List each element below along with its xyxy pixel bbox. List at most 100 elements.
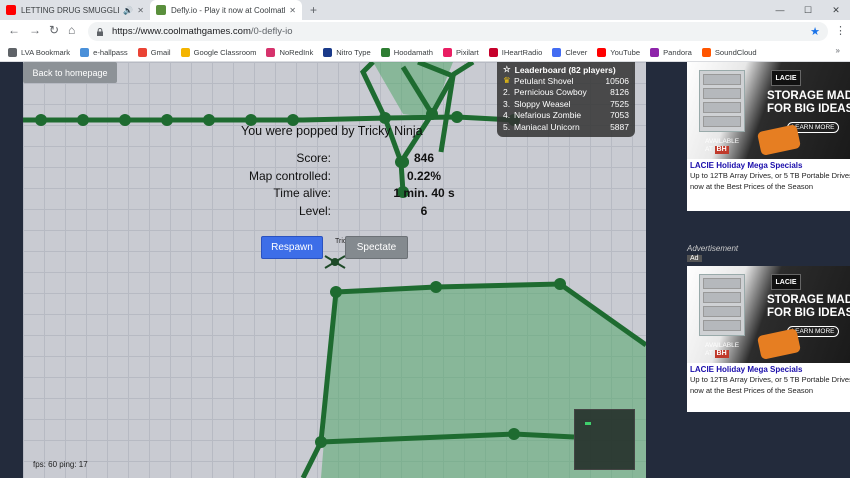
map-controlled-value: 0.22%: [406, 169, 442, 183]
bookmark-item[interactable]: Google Classroom: [180, 47, 256, 57]
bookmark-favicon-icon: [552, 47, 562, 57]
ad-body-text: Up to 12TB Array Drives, or 5 TB Portabl…: [690, 375, 850, 384]
leaderboard-score: 10506: [605, 75, 629, 86]
bookmark-label: NoRedInk: [279, 47, 314, 57]
audio-icon[interactable]: 🔊: [123, 6, 133, 15]
popped-message: You were popped by Tricky Ninja: [241, 124, 423, 138]
bookmark-favicon-icon: [80, 47, 90, 57]
close-window-icon[interactable]: ✕: [822, 0, 850, 20]
availability-text: AVAILABLE AT BH: [705, 138, 740, 154]
drive-array-image: [699, 70, 745, 132]
url-text: https://www.coolmathgames.com/0-defly-io: [112, 26, 293, 37]
leaderboard-row: 5. Maniacal Unicorn 5887: [503, 121, 629, 133]
tab-title: Defly.io - Play it now at Coolmath: [171, 5, 286, 15]
ad-image[interactable]: LACIE STORAGE MADEFOR BIG IDEAS LEARN MO…: [687, 266, 850, 363]
home-icon[interactable]: ⌂: [68, 23, 75, 37]
url-domain: https://www.coolmathgames.com: [112, 26, 251, 37]
bookmark-favicon-icon: [488, 47, 498, 57]
trophy-icon: ☆: [503, 64, 511, 74]
bookmark-item[interactable]: Pandora: [650, 47, 692, 57]
defly-favicon-icon: [156, 5, 166, 15]
window-controls: — ☐ ✕: [766, 0, 850, 20]
respawn-button[interactable]: Respawn: [261, 236, 323, 259]
spectate-button[interactable]: Spectate: [345, 236, 408, 259]
maximize-icon[interactable]: ☐: [794, 0, 822, 20]
bookmark-item[interactable]: Gmail: [137, 47, 171, 57]
map-controlled-label: Map controlled:: [248, 169, 331, 183]
time-alive-label: Time alive:: [273, 186, 331, 200]
bookmark-item[interactable]: e-hallpass: [80, 47, 128, 57]
ad-title-link[interactable]: LACIE Holiday Mega Specials: [687, 159, 850, 170]
advertisement-label: Advertisement: [687, 244, 739, 253]
bookmark-favicon-icon: [597, 47, 607, 57]
bookmark-item[interactable]: Pixilart: [442, 47, 479, 57]
ad-unit-bottom[interactable]: LACIE STORAGE MADEFOR BIG IDEAS LEARN MO…: [687, 266, 850, 412]
minimize-icon[interactable]: —: [766, 0, 794, 20]
bookmark-favicon-icon: [380, 47, 390, 57]
ad-tag: Ad: [687, 255, 702, 262]
close-tab-icon[interactable]: ✕: [137, 6, 144, 15]
portable-drive-image: [756, 328, 802, 360]
bookmark-item[interactable]: SoundCloud: [701, 47, 757, 57]
bookmarks-bar: LVA Bookmark e-hallpass Gmail Google Classr…: [0, 43, 850, 62]
forward-icon[interactable]: →: [29, 23, 41, 37]
ad-title-link[interactable]: LACIE Holiday Mega Specials: [687, 363, 850, 374]
tab-strip: LETTING DRUG SMUGGLERS 🔊 ✕ Defly.io - Pl…: [0, 0, 850, 20]
ad-unit-top[interactable]: LACIE STORAGE MADEFOR BIG IDEAS LEARN MO…: [687, 62, 850, 211]
leaderboard-row: 4. Nefarious Zombie 7053: [503, 110, 629, 122]
ad-headline: STORAGE MADEFOR BIG IDEAS: [767, 90, 850, 115]
bookmark-item[interactable]: Nitro Type: [323, 47, 371, 57]
bookmark-label: e-hallpass: [93, 47, 128, 57]
availability-text: AVAILABLE AT BH: [705, 342, 740, 358]
bookmark-label: Pixilart: [455, 47, 479, 57]
leaderboard-player-name: Sloppy Weasel: [514, 98, 571, 109]
bookmark-item[interactable]: IHeartRadio: [488, 47, 543, 57]
bookmark-label: YouTube: [610, 47, 641, 57]
new-tab-icon[interactable]: +: [310, 3, 317, 17]
bookmark-label: Hoodamath: [393, 47, 433, 57]
back-icon[interactable]: ←: [8, 23, 20, 37]
tab-title: LETTING DRUG SMUGGLERS: [21, 5, 119, 15]
bookmark-item[interactable]: YouTube: [597, 47, 641, 57]
ad-body-text: now at the Best Prices of the Season: [690, 182, 813, 191]
menu-icon[interactable]: ⋮: [835, 24, 846, 37]
minimap-player-marker: [585, 422, 591, 425]
bookmark-label: IHeartRadio: [501, 47, 543, 57]
bookmark-label: Pandora: [663, 47, 692, 57]
bookmark-favicon-icon: [266, 47, 276, 57]
bookmark-label: Clever: [565, 47, 588, 57]
lock-icon: [97, 27, 103, 36]
ad-image[interactable]: LACIE STORAGE MADEFOR BIG IDEAS LEARN MO…: [687, 62, 850, 159]
youtube-favicon-icon: [6, 5, 16, 15]
bookmark-item[interactable]: NoRedInk: [266, 47, 314, 57]
more-bookmarks-icon[interactable]: »: [836, 46, 840, 55]
leaderboard-score: 7053: [610, 110, 629, 121]
tab-youtube[interactable]: LETTING DRUG SMUGGLERS 🔊 ✕: [0, 0, 150, 20]
bookmark-star-icon[interactable]: ★: [810, 25, 820, 38]
leaderboard-score: 5887: [610, 121, 629, 132]
leaderboard-player-name: Maniacal Unicorn: [514, 121, 580, 132]
leaderboard-score: 7525: [610, 98, 629, 109]
leaderboard-rank: 3.: [503, 98, 511, 109]
leaderboard-rank: 5.: [503, 121, 511, 132]
url-path: /0-defly-io: [250, 26, 293, 37]
game-canvas[interactable]: ☆ Leaderboard (82 players) ♛ Petulant Sho…: [23, 62, 646, 478]
fps-ping-readout: fps: 60 ping: 17: [33, 460, 88, 469]
bookmark-favicon-icon: [701, 47, 711, 57]
bookmark-item[interactable]: Hoodamath: [380, 47, 433, 57]
close-tab-icon[interactable]: ✕: [289, 6, 296, 15]
bookmark-label: Gmail: [150, 47, 171, 57]
bookmark-item[interactable]: Clever: [552, 47, 588, 57]
leaderboard-title-text: Leaderboard (82 players): [514, 64, 616, 75]
bookmark-item[interactable]: LVA Bookmark: [8, 47, 70, 57]
level-value: 6: [420, 204, 428, 218]
minimap: [574, 409, 635, 470]
address-bar[interactable]: https://www.coolmathgames.com/0-defly-io…: [88, 22, 828, 41]
reload-icon[interactable]: ↻: [49, 23, 59, 37]
ad-body-text: now at the Best Prices of the Season: [690, 386, 813, 395]
leaderboard: ☆ Leaderboard (82 players) ♛ Petulant Sho…: [497, 62, 635, 137]
page-content: ☆ Leaderboard (82 players) ♛ Petulant Sho…: [0, 62, 850, 478]
lacie-logo: LACIE: [771, 70, 801, 86]
leaderboard-row: ♛ Petulant Shovel 10506: [503, 75, 629, 87]
tab-defly[interactable]: Defly.io - Play it now at Coolmath ✕: [150, 0, 302, 20]
